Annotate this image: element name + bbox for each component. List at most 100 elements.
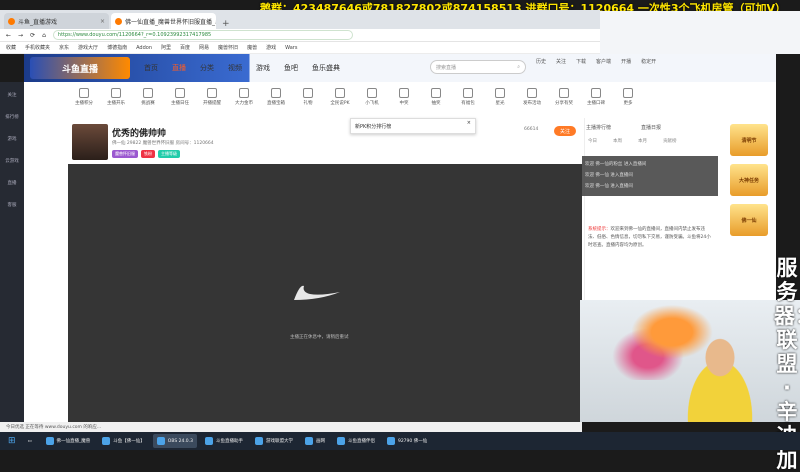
sidebar-item-follow[interactable]: 关注	[8, 92, 17, 98]
tool-item[interactable]: 开播提醒	[198, 88, 226, 114]
tool-item[interactable]: 主播日任	[166, 88, 194, 114]
follow-icon[interactable]: 关注	[556, 58, 566, 65]
sidebar-item-live[interactable]: 直播	[8, 180, 17, 186]
close-icon[interactable]: ×	[467, 120, 471, 126]
taskbar-app[interactable]: 佛一仙直播_魔兽	[42, 434, 95, 448]
rank-tab[interactable]: 今日	[588, 138, 597, 144]
bookmark-item[interactable]: 博德指南	[107, 44, 127, 51]
bookmark-item[interactable]: 京东	[59, 44, 69, 51]
bookmark-item[interactable]: 百度	[180, 44, 190, 51]
rank-tab[interactable]: 贡献榜	[663, 138, 677, 144]
bookmark-item[interactable]: 收藏	[6, 44, 16, 51]
tool-item[interactable]: 有福包	[454, 88, 482, 114]
chat-message: 欢迎 佛一仙 进入直播间	[585, 184, 633, 189]
bookmark-item[interactable]: 手机收藏夹	[25, 44, 50, 51]
taskview-icon[interactable]: ▭	[24, 434, 38, 448]
taskbar-app[interactable]: 斗鱼【佛一仙】	[98, 434, 149, 448]
client-icon[interactable]: 客户端	[596, 58, 611, 65]
more-icon	[623, 88, 633, 98]
close-icon[interactable]: ×	[100, 18, 105, 25]
nav-item[interactable]: 视频	[228, 63, 242, 73]
back-icon[interactable]: ←	[6, 32, 11, 39]
tool-item[interactable]: 分享有奖	[550, 88, 578, 114]
broadcast-icon[interactable]: 开播	[621, 58, 631, 65]
sidebar-item-rank[interactable]: 排行榜	[5, 114, 19, 120]
bookmark-item[interactable]: 网易	[199, 44, 209, 51]
tool-item[interactable]: 主播积分	[70, 88, 98, 114]
room-toolbar: 主播积分 主播开乐 挑战赛 主播日任 开播提醒 大力金币 直播宝箱 礼物 全民说…	[70, 88, 720, 114]
site-nav: 斗鱼直播 首页 直播 分类 视频 游戏 鱼吧 鱼乐盛典	[24, 54, 776, 82]
rank-tab[interactable]: 本月	[638, 138, 647, 144]
sidebar-item-service[interactable]: 客服	[8, 202, 17, 208]
tool-item[interactable]: 大力金币	[230, 88, 258, 114]
taskbar-app[interactable]: 92790 佛一仙	[383, 434, 431, 448]
download-icon[interactable]: 下载	[576, 58, 586, 65]
taskbar-app[interactable]: 斗鱼直播助手	[201, 434, 247, 448]
taskbar-app[interactable]: 游戏联盟大学	[251, 434, 297, 448]
bookmark-item[interactable]: 游戏	[266, 44, 276, 51]
search-input[interactable]: 搜索直播 ⌕	[430, 60, 526, 74]
nav-item[interactable]: 分类	[200, 63, 214, 73]
taskbar-app[interactable]: OBS 24.0.3	[152, 434, 197, 448]
tool-item[interactable]: 挑战赛	[134, 88, 162, 114]
tool-item[interactable]: 主播口碑	[582, 88, 610, 114]
windows-start-icon[interactable]: ⊞	[4, 434, 20, 448]
tool-item[interactable]: 中奖	[390, 88, 418, 114]
bookmark-item[interactable]: 阿里	[161, 44, 171, 51]
tag-badge[interactable]: 铁粉	[141, 150, 155, 158]
tool-label: 开播提醒	[203, 101, 221, 106]
tool-item[interactable]: 直播宝箱	[262, 88, 290, 114]
follow-button[interactable]: 关注	[554, 126, 576, 136]
pk-icon	[335, 88, 345, 98]
tag-badge[interactable]: 主播等级	[158, 150, 180, 158]
tool-item[interactable]: 星光	[486, 88, 514, 114]
tool-item[interactable]: 礼物	[294, 88, 322, 114]
new-tab-icon[interactable]: +	[218, 19, 234, 29]
nav-item[interactable]: 游戏	[256, 63, 270, 73]
rank-tab[interactable]: 本周	[613, 138, 622, 144]
tab-0[interactable]: 斗鱼_直播游戏 ×	[4, 13, 109, 29]
fun-icon	[111, 88, 121, 98]
sidebar-item-cloudgame[interactable]: 云游戏	[5, 158, 19, 164]
sidebar-item-game[interactable]: 游戏	[8, 136, 17, 142]
search-icon[interactable]: ⌕	[517, 64, 520, 70]
stable-icon[interactable]: 稳定开	[641, 58, 656, 65]
prize-icon	[399, 88, 409, 98]
ad-banner[interactable]: 大神任务	[730, 164, 768, 196]
forward-icon[interactable]: →	[18, 32, 23, 39]
url-input[interactable]: https://www.douyu.com/1120664?_r=0.10923…	[52, 30, 353, 40]
tool-item[interactable]: 更多	[614, 88, 642, 114]
avatar[interactable]	[72, 124, 108, 160]
tab-1[interactable]: 佛一仙直播_魔兽世界怀旧服直播_斗鱼直播×	[111, 13, 216, 29]
bookmark-item[interactable]: Addon	[136, 45, 152, 51]
tool-item[interactable]: 小飞机	[358, 88, 386, 114]
history-icon[interactable]: 历史	[536, 58, 546, 65]
nav-item-active[interactable]: 直播	[172, 63, 186, 73]
site-logo[interactable]: 斗鱼直播	[30, 57, 130, 79]
taskbar-app[interactable]: 斗鱼直播伴侣	[333, 434, 379, 448]
tab-daily[interactable]: 直播日报	[641, 124, 661, 131]
notice-label: 系统提示：	[588, 227, 611, 232]
bookmark-item[interactable]: 游戏大厅	[78, 44, 98, 51]
tag-badge[interactable]: 魔兽怀旧服	[112, 150, 138, 158]
refresh-icon[interactable]: ⟳	[30, 32, 35, 39]
ad-banner[interactable]: 清明节	[730, 124, 768, 156]
tool-item[interactable]: 抽奖	[422, 88, 450, 114]
bookmark-item[interactable]: 魔兽	[247, 44, 257, 51]
nav-item[interactable]: 鱼乐盛典	[312, 63, 340, 73]
bookmarks-bar: 收藏 手机收藏夹 京东 游戏大厅 博德指南 Addon 阿里 百度 网易 魔兽怀…	[0, 42, 600, 54]
home-icon[interactable]: ⌂	[42, 32, 46, 39]
tool-item[interactable]: 发布活动	[518, 88, 546, 114]
nav-item[interactable]: 鱼吧	[284, 63, 298, 73]
ad-banner[interactable]: 佛一仙	[730, 204, 768, 236]
tool-label: 礼物	[303, 101, 313, 106]
tab-rank[interactable]: 主播排行榜	[586, 124, 611, 131]
bookmark-item[interactable]: Wars	[285, 45, 297, 51]
star-icon	[495, 88, 505, 98]
tool-label: 全民说PK	[330, 101, 350, 106]
taskbar-app[interactable]: 画网	[301, 434, 329, 448]
tool-item[interactable]: 全民说PK	[326, 88, 354, 114]
nav-item[interactable]: 首页	[144, 63, 158, 73]
tool-item[interactable]: 主播开乐	[102, 88, 130, 114]
bookmark-item[interactable]: 魔兽怀旧	[218, 44, 238, 51]
